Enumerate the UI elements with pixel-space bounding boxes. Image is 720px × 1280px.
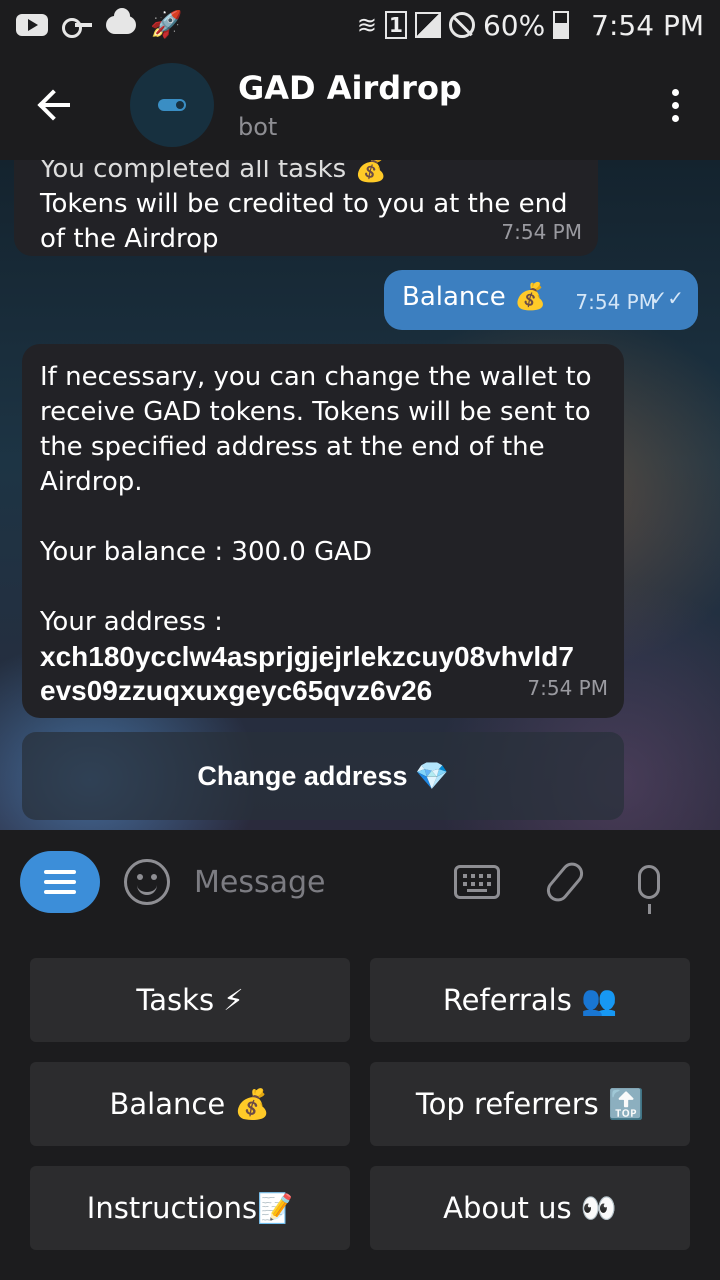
top-referrers-button[interactable]: Top referrers 🔝	[370, 1062, 690, 1146]
balance-button[interactable]: Balance 💰	[30, 1062, 350, 1146]
status-time: 7:54 PM	[591, 8, 704, 42]
chat-area[interactable]: You completed all tasks 💰 Tokens will be…	[0, 160, 720, 830]
chat-info[interactable]: GAD Airdrop bot	[238, 69, 462, 141]
message-time: 7:54 PM	[575, 290, 656, 314]
system-icons: ≋ 1 60% 7:54 PM	[357, 9, 704, 42]
message-time: 7:54 PM	[527, 676, 608, 700]
message-text: If necessary, you can change the wallet …	[40, 362, 592, 497]
emoji-icon[interactable]	[124, 859, 170, 905]
bot-menu-button[interactable]	[20, 851, 100, 913]
message-text: Tokens will be credited to you at the en…	[40, 189, 568, 254]
toggle-icon	[158, 99, 186, 111]
balance-text: Your balance : 300.0 GAD	[40, 537, 373, 567]
cloud-icon	[106, 8, 136, 34]
referrals-button[interactable]: Referrals 👥	[370, 958, 690, 1042]
key-icon	[62, 18, 92, 38]
signal-icon	[414, 12, 441, 38]
bot-keyboard: Tasks ⚡ Referrals 👥 Balance 💰 Top referr…	[0, 934, 720, 1280]
incoming-message: You completed all tasks 💰 Tokens will be…	[14, 160, 598, 256]
notification-icons: 🚀	[16, 8, 183, 40]
rocket-icon: 🚀	[150, 10, 183, 40]
attach-icon[interactable]	[542, 858, 588, 906]
outgoing-message: Balance 💰 7:54 PM ✓✓	[384, 270, 698, 330]
avatar[interactable]	[130, 63, 214, 147]
chat-header: GAD Airdrop bot	[0, 50, 720, 160]
message-text: You completed all tasks 💰	[40, 160, 387, 184]
message-time: 7:54 PM	[501, 220, 582, 244]
change-address-button[interactable]: Change address 💎	[22, 732, 624, 820]
microphone-icon[interactable]	[638, 865, 660, 914]
more-options-icon[interactable]	[630, 50, 720, 160]
status-bar: 🚀 ≋ 1 60% 7:54 PM	[0, 0, 720, 50]
address-label: Your address :	[40, 607, 223, 637]
message-input[interactable]	[194, 864, 424, 900]
message-text: Balance 💰	[402, 282, 547, 312]
keyboard-icon[interactable]	[454, 865, 500, 899]
back-arrow-icon	[38, 90, 72, 120]
battery-percent: 60%	[482, 8, 546, 42]
incoming-message: If necessary, you can change the wallet …	[22, 344, 624, 718]
sim-slot-icon: 1	[384, 11, 407, 39]
read-checkmarks-icon: ✓✓	[650, 286, 684, 310]
back-button[interactable]	[0, 50, 110, 160]
wallet-address: evs09zzuqxuxgeyc65qvz6v26	[40, 675, 433, 706]
chat-title: GAD Airdrop	[238, 69, 462, 107]
battery-icon	[553, 11, 570, 39]
message-input-bar	[0, 830, 720, 934]
wallet-address: xch180ycclw4asprjgjejrlekzcuy08vhvld7	[40, 641, 574, 672]
instructions-button[interactable]: Instructions📝	[30, 1166, 350, 1250]
wifi-icon: ≋	[356, 11, 377, 39]
about-us-button[interactable]: About us 👀	[370, 1166, 690, 1250]
do-not-disturb-icon	[448, 12, 475, 38]
tasks-button[interactable]: Tasks ⚡	[30, 958, 350, 1042]
chat-subtitle: bot	[238, 113, 278, 141]
youtube-icon	[16, 14, 48, 36]
